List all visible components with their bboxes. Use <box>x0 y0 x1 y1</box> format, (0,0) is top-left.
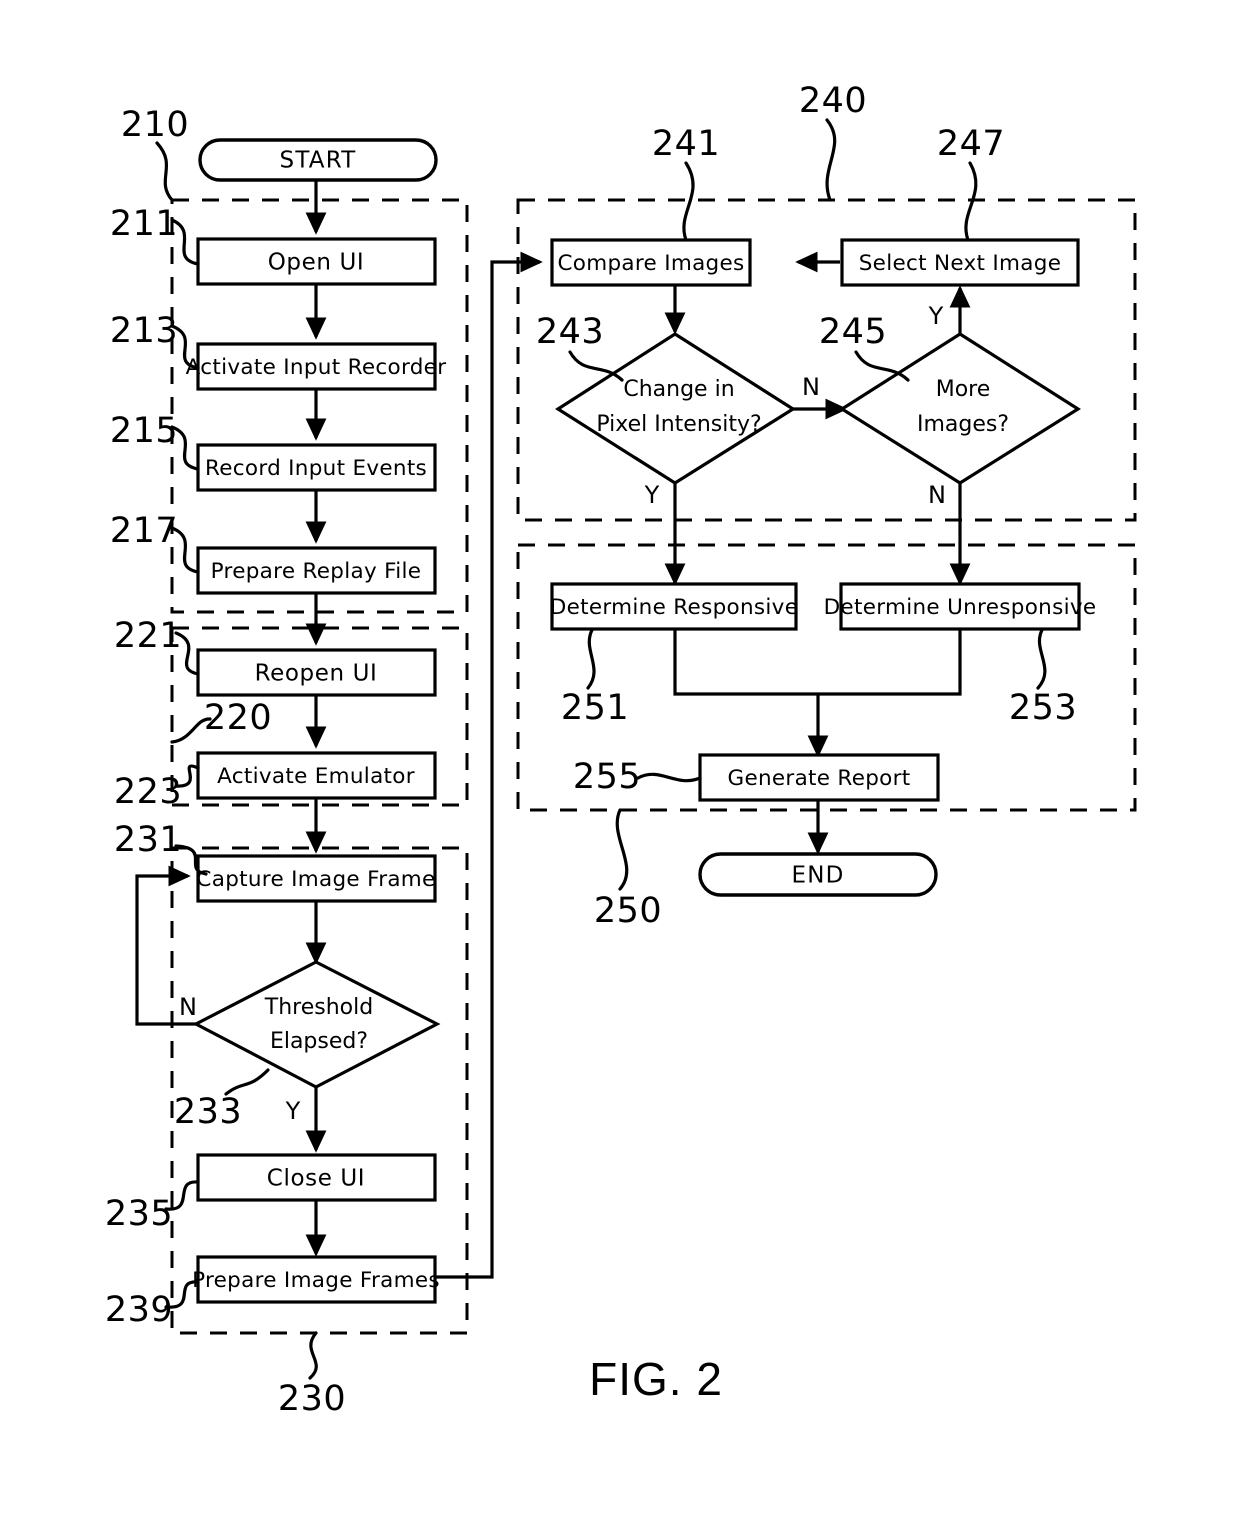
ref-numeral-239: 239 <box>105 1290 173 1330</box>
leader-line-240 <box>825 118 837 202</box>
ref-numeral-243: 243 <box>536 312 604 352</box>
ref-numeral-240: 240 <box>799 81 867 121</box>
process-node-235-label: Close UI <box>267 1166 365 1192</box>
terminal-end: END <box>698 852 938 897</box>
leader-line-210 <box>155 141 174 202</box>
terminal-end-label: END <box>791 863 844 889</box>
branch-label-243-yes: Y <box>644 481 660 509</box>
leader-line-233 <box>224 1068 270 1096</box>
ref-numeral-247: 247 <box>937 124 1005 164</box>
leader-line-245 <box>854 350 910 382</box>
process-node-255-label: Generate Report <box>727 766 910 791</box>
process-node-223-label: Activate Emulator <box>217 764 415 789</box>
process-node-251-label: Determine Responsive <box>550 595 798 620</box>
leader-line-255 <box>636 772 702 783</box>
leader-line-243 <box>568 350 624 382</box>
process-node-239-label: Prepare Image Frames <box>192 1268 440 1293</box>
process-node-221-label: Reopen UI <box>255 661 378 687</box>
branch-label-245-no: N <box>928 481 946 509</box>
decision-node-245-line1: More <box>936 377 991 402</box>
flowchart-diagram: START END Open UI Activate Input Recorde… <box>105 81 1137 1419</box>
process-node-247: Select Next Image <box>840 238 1080 287</box>
leader-line-251 <box>586 628 596 690</box>
ref-numeral-253: 253 <box>1009 688 1077 728</box>
process-node-241-label: Compare Images <box>557 251 744 276</box>
process-node-215-label: Record Input Events <box>205 456 427 481</box>
process-node-223: Activate Emulator <box>196 751 437 800</box>
ref-numeral-245: 245 <box>819 312 887 352</box>
leader-line-230 <box>308 1331 318 1380</box>
ref-numeral-223: 223 <box>114 772 182 812</box>
leader-line-250 <box>615 808 629 891</box>
decision-node-233-line1: Threshold <box>264 995 373 1020</box>
decision-node-233: Threshold Elapsed? <box>192 960 441 1089</box>
ref-numeral-220: 220 <box>204 698 272 738</box>
decision-node-245: More Images? <box>839 332 1081 485</box>
process-node-241: Compare Images <box>550 238 752 287</box>
process-node-213-label: Activate Input Recorder <box>186 355 447 380</box>
process-node-239: Prepare Image Frames <box>192 1255 440 1304</box>
ref-numeral-213: 213 <box>110 311 178 351</box>
ref-numeral-233: 233 <box>174 1092 242 1132</box>
ref-numeral-230: 230 <box>278 1379 346 1419</box>
branch-label-233-yes: Y <box>285 1097 301 1125</box>
process-node-213: Activate Input Recorder <box>186 342 447 391</box>
process-node-215: Record Input Events <box>196 443 437 492</box>
ref-numeral-221: 221 <box>114 616 182 656</box>
branch-label-243-no: N <box>802 373 820 401</box>
branch-label-245-yes: Y <box>928 302 944 330</box>
ref-numeral-215: 215 <box>110 411 178 451</box>
decision-node-245-line2: Images? <box>917 412 1009 437</box>
decision-node-243: Change in Pixel Intensity? <box>555 332 796 485</box>
ref-numeral-217: 217 <box>110 511 178 551</box>
process-node-235: Close UI <box>196 1153 437 1202</box>
ref-numeral-255: 255 <box>573 757 641 797</box>
connector-251-253-to-255 <box>673 628 962 696</box>
ref-numeral-235: 235 <box>105 1194 173 1234</box>
ref-numeral-211: 211 <box>110 204 178 244</box>
process-node-247-label: Select Next Image <box>859 251 1062 276</box>
process-node-253-label: Determine Unresponsive <box>824 595 1097 620</box>
ref-numeral-231: 231 <box>114 820 182 860</box>
leader-line-241 <box>682 161 695 242</box>
ref-numeral-210: 210 <box>121 105 189 145</box>
decision-node-233-line2: Elapsed? <box>270 1029 368 1054</box>
terminal-start-label: START <box>280 148 357 174</box>
process-node-231: Capture Image Frame <box>196 854 437 903</box>
decision-node-243-line1: Change in <box>623 377 734 402</box>
process-node-211: Open UI <box>196 237 437 286</box>
process-node-221: Reopen UI <box>196 648 437 697</box>
patent-figure-page: START END Open UI Activate Input Recorde… <box>0 0 1240 1519</box>
ref-numeral-241: 241 <box>652 124 720 164</box>
ref-numeral-250: 250 <box>594 891 662 931</box>
process-node-217: Prepare Replay File <box>196 546 437 595</box>
leader-line-253 <box>1036 628 1047 690</box>
process-node-253: Determine Unresponsive <box>824 582 1097 631</box>
process-node-211-label: Open UI <box>268 250 365 276</box>
figure-caption: FIG. 2 <box>589 1353 723 1405</box>
ref-numeral-251: 251 <box>561 688 629 728</box>
process-node-251: Determine Responsive <box>550 582 798 631</box>
terminal-start: START <box>198 138 438 182</box>
process-node-255: Generate Report <box>698 753 940 802</box>
branch-label-233-no: N <box>179 993 197 1021</box>
process-node-217-label: Prepare Replay File <box>211 559 422 584</box>
connector-239-to-241 <box>435 251 543 1279</box>
decision-node-243-line2: Pixel Intensity? <box>596 412 761 437</box>
process-node-231-label: Capture Image Frame <box>196 867 435 892</box>
